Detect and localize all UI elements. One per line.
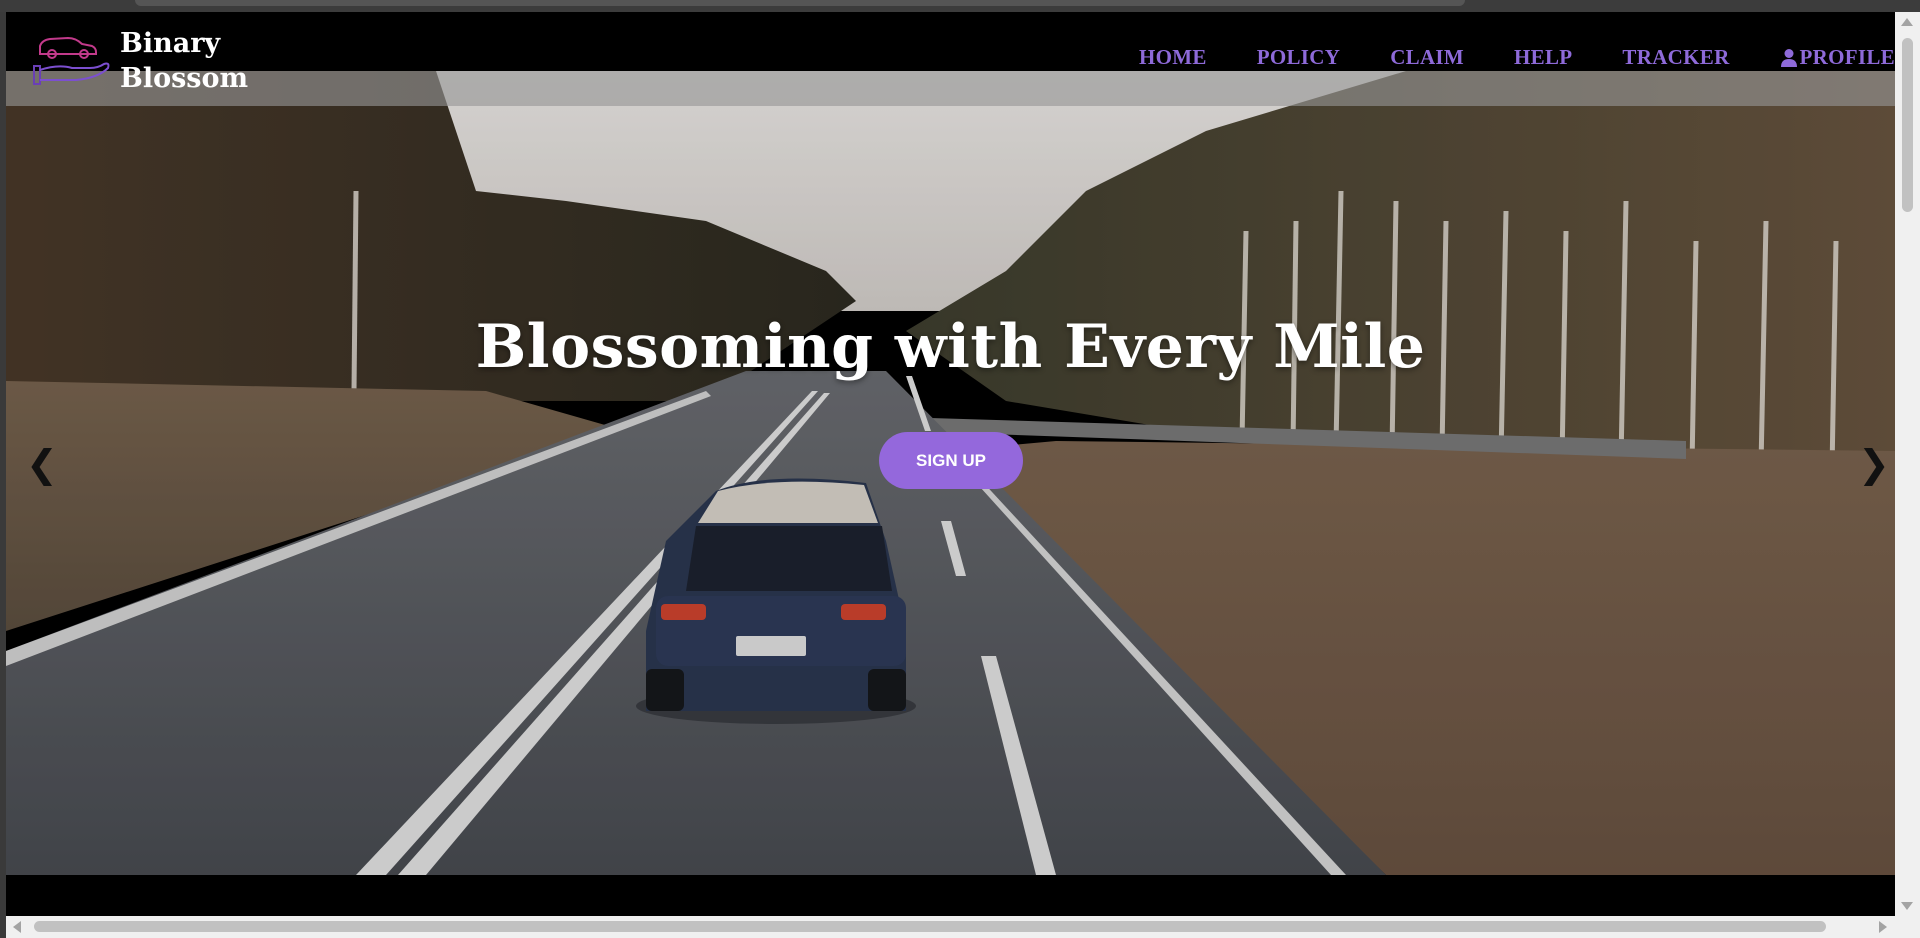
- tab-strip: [135, 0, 1465, 6]
- horizontal-scroll-thumb[interactable]: [34, 921, 1826, 932]
- nav-help-link[interactable]: HELP: [1514, 45, 1572, 70]
- nav-policy-link[interactable]: POLICY: [1257, 45, 1340, 70]
- nav-policy-label: POLICY: [1256, 45, 1341, 69]
- scroll-down-arrow-icon[interactable]: [1901, 902, 1913, 910]
- nav-profile-link[interactable]: PROFILE: [1780, 45, 1895, 70]
- nav-tracker-link[interactable]: TRACKER: [1622, 45, 1729, 70]
- nav-help-label: HELP: [1514, 45, 1573, 69]
- hero-title: Blossoming with Every Mile: [475, 312, 1426, 382]
- person-icon: [1780, 48, 1797, 67]
- site-header: Binary Blossom HOME POLICY CLAIM HELP TR…: [6, 12, 1895, 94]
- nav-tracker-label: TRACKER: [1622, 45, 1730, 69]
- scroll-up-arrow-icon[interactable]: [1901, 18, 1913, 26]
- carousel-prev-arrow-icon[interactable]: ❮: [26, 442, 58, 486]
- scrollbar-corner: [1895, 916, 1920, 938]
- car-in-hand-icon: [33, 36, 110, 85]
- vertical-scrollbar[interactable]: [1895, 12, 1920, 916]
- scroll-left-arrow-icon[interactable]: [13, 921, 21, 933]
- page-viewport: Binary Blossom HOME POLICY CLAIM HELP TR…: [6, 12, 1895, 916]
- horizontal-scrollbar[interactable]: [6, 916, 1895, 938]
- nav-claim-link[interactable]: CLAIM: [1390, 45, 1464, 70]
- main-nav: HOME POLICY CLAIM HELP TRACKER PROFILE: [1139, 45, 1895, 70]
- brand-name: Binary Blossom: [120, 28, 249, 94]
- scroll-right-arrow-icon[interactable]: [1879, 921, 1887, 933]
- nav-profile-label: PROFILE: [1799, 45, 1895, 69]
- nav-home-label: HOME: [1139, 45, 1207, 69]
- brand[interactable]: Binary Blossom: [32, 26, 248, 96]
- browser-window: Binary Blossom HOME POLICY CLAIM HELP TR…: [0, 0, 1920, 938]
- sign-up-button[interactable]: SIGN UP: [879, 432, 1023, 489]
- nav-home-link[interactable]: HOME: [1139, 45, 1207, 70]
- nav-claim-label: CLAIM: [1390, 45, 1465, 69]
- vertical-scroll-thumb[interactable]: [1902, 38, 1913, 212]
- carousel-next-arrow-icon[interactable]: ❯: [1858, 442, 1890, 486]
- hero-bottom-band: [6, 875, 1895, 916]
- header-translucent-strip: [6, 71, 1895, 106]
- window-top-rim: [0, 0, 1920, 12]
